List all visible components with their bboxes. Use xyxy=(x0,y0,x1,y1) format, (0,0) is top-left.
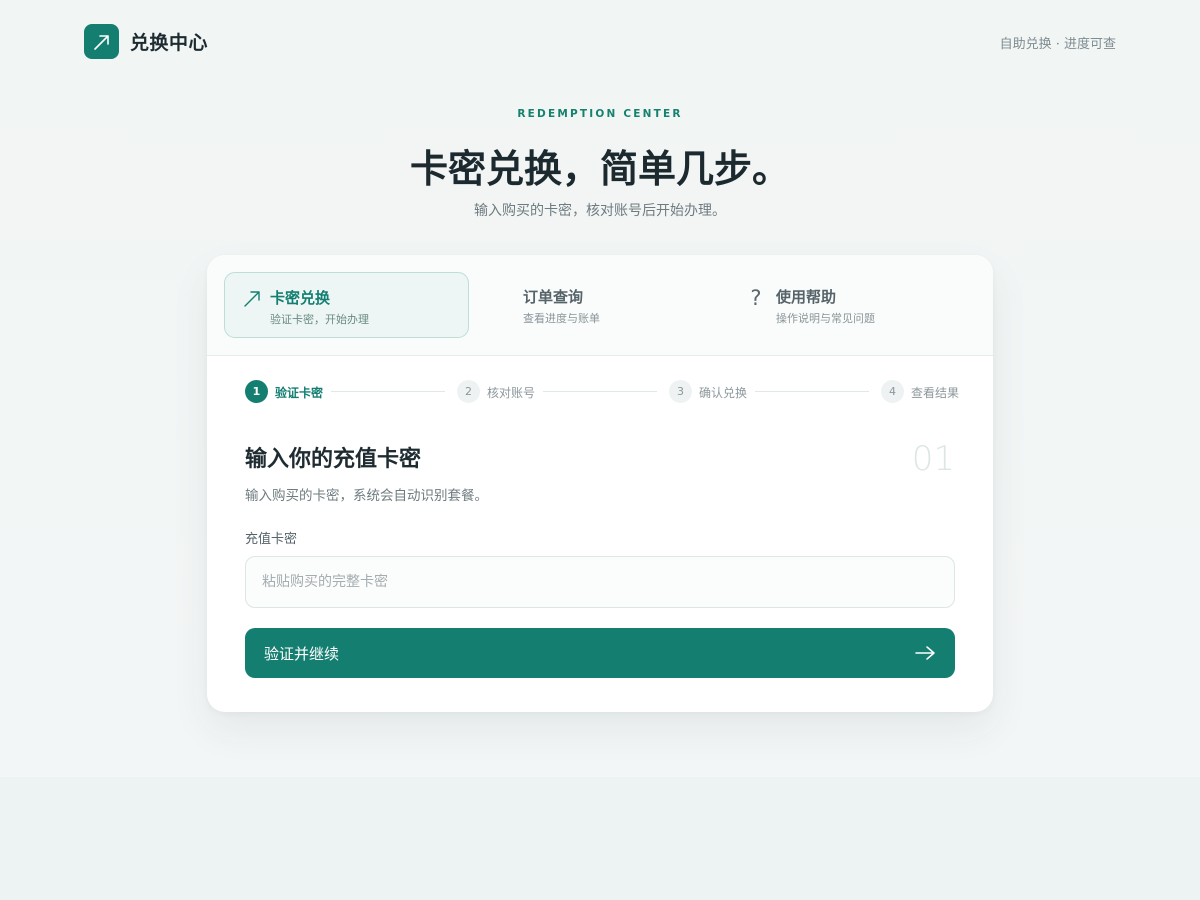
step-connector xyxy=(331,391,445,392)
step-connector xyxy=(755,391,869,392)
tab-title: 订单查询 xyxy=(523,288,584,306)
submit-label: 验证并继续 xyxy=(264,645,340,663)
tab-help[interactable]: ? 使用帮助 操作说明与常见问题 xyxy=(731,272,976,338)
step-label: 确认兑换 xyxy=(699,386,748,400)
header-tagline: 自助兑换 · 进度可查 xyxy=(999,37,1116,52)
step-number: 2 xyxy=(457,380,480,403)
tab-desc: 验证卡密，开始办理 xyxy=(270,313,369,326)
tab-desc: 查看进度与账单 xyxy=(523,312,600,325)
arrow-right-icon xyxy=(915,646,935,660)
tab-desc: 操作说明与常见问题 xyxy=(776,312,875,325)
tab-title: 使用帮助 xyxy=(776,288,837,306)
step-number: 3 xyxy=(669,380,692,403)
step-label: 验证卡密 xyxy=(275,386,324,400)
page-bottom-band xyxy=(0,777,1200,900)
form-description: 输入购买的卡密，系统会自动识别套餐。 xyxy=(245,488,488,504)
question-mark-icon: ? xyxy=(750,286,762,310)
card-code-input[interactable] xyxy=(245,556,955,608)
step-connector xyxy=(543,391,657,392)
form-title: 输入你的充值卡密 xyxy=(245,446,422,472)
step-number: 4 xyxy=(881,380,904,403)
tab-redeem[interactable]: 卡密兑换 验证卡密，开始办理 xyxy=(224,272,469,338)
arrow-up-right-icon xyxy=(241,288,263,310)
tab-bar: 卡密兑换 验证卡密，开始办理 订单查询 查看进度与账单 ? 使用帮助 操作说明与… xyxy=(207,255,993,356)
hero-subtitle: 输入购买的卡密，核对账号后开始办理。 xyxy=(474,203,726,219)
step-label: 核对账号 xyxy=(487,386,536,400)
arrow-up-right-icon xyxy=(93,34,109,50)
redeem-card: 卡密兑换 验证卡密，开始办理 订单查询 查看进度与账单 ? 使用帮助 操作说明与… xyxy=(207,255,993,712)
tab-title: 卡密兑换 xyxy=(270,289,331,307)
brand-name: 兑换中心 xyxy=(130,32,209,54)
progress-stepper: 1 验证卡密 2 核对账号 3 确认兑换 4 查看结果 xyxy=(245,380,959,404)
top-bar: 兑换中心 自助兑换 · 进度可查 xyxy=(84,24,1116,59)
page-title: 卡密兑换，简单几步。 xyxy=(409,146,790,191)
tab-order-query[interactable]: 订单查询 查看进度与账单 xyxy=(478,272,723,338)
step-index: 01 xyxy=(911,439,955,479)
step-label: 查看结果 xyxy=(911,386,960,400)
step-number: 1 xyxy=(245,380,268,403)
card-code-label: 充值卡密 xyxy=(245,532,298,547)
verify-continue-button[interactable]: 验证并继续 xyxy=(245,628,955,678)
hero-eyebrow: REDEMPTION CENTER xyxy=(517,108,683,120)
logo[interactable] xyxy=(84,24,119,59)
